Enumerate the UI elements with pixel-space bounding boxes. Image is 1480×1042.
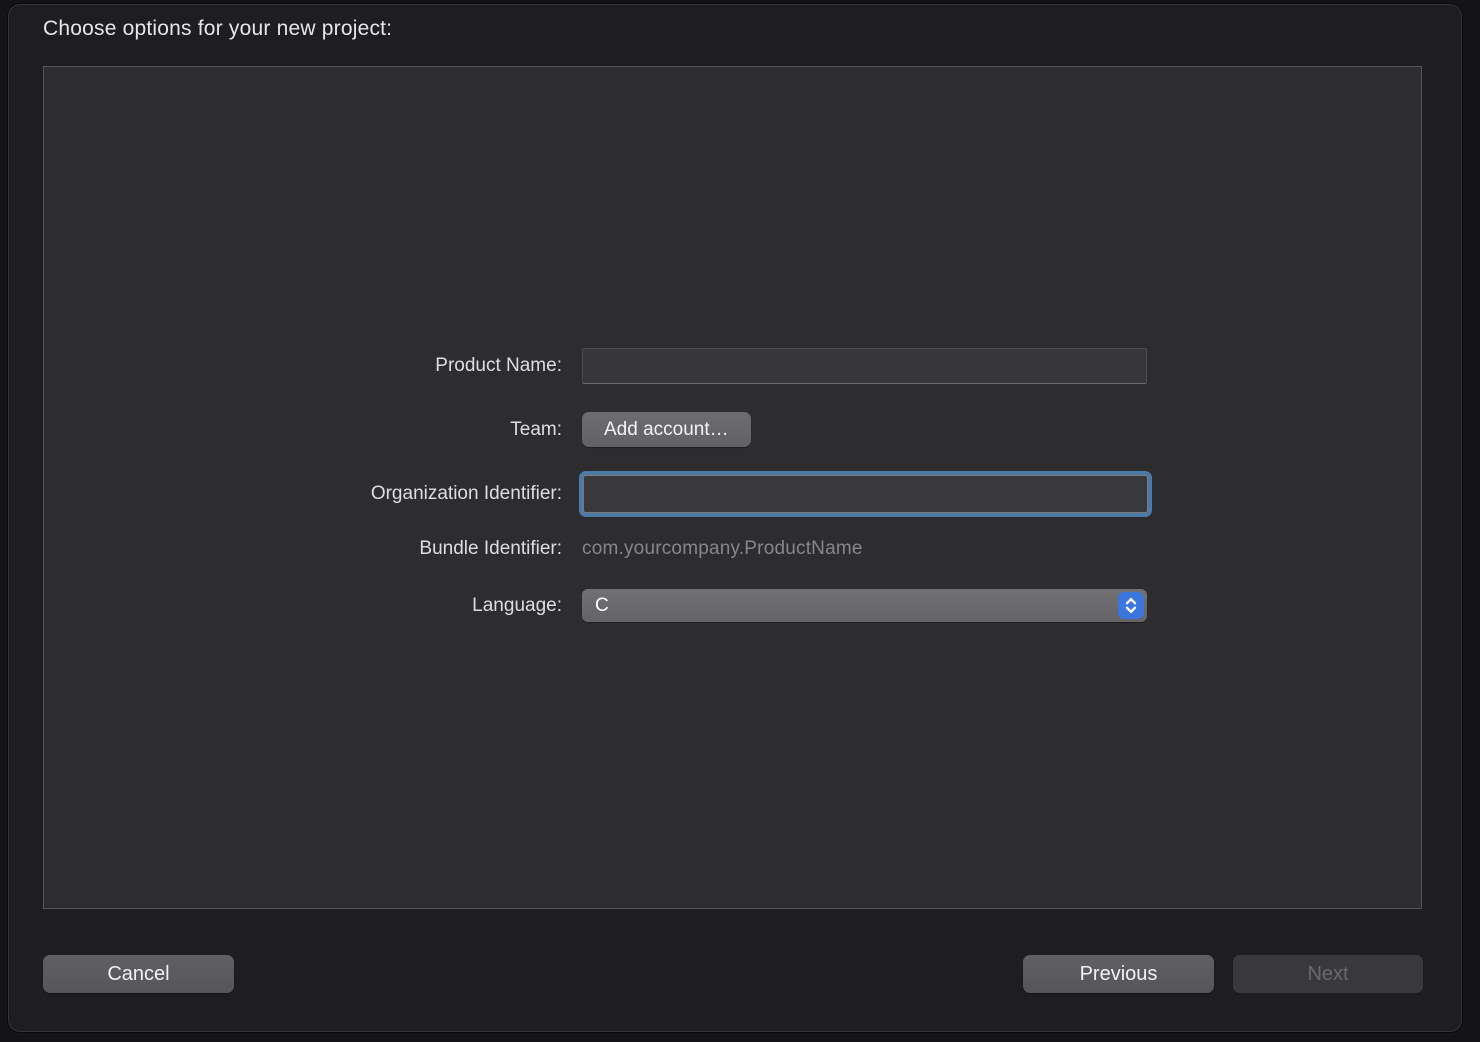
product-name-row: Product Name: [44,348,1421,384]
team-row: Team: Add account… [44,412,1421,447]
organization-identifier-label: Organization Identifier: [44,483,562,505]
language-selected-value: C [595,595,609,617]
product-name-input[interactable] [582,348,1147,384]
product-name-label: Product Name: [44,355,562,377]
focus-ring [579,471,1152,517]
language-label: Language: [44,595,562,617]
bundle-identifier-value: com.yourcompany.ProductName [582,538,863,560]
cancel-button[interactable]: Cancel [43,955,234,993]
bundle-identifier-row: Bundle Identifier: com.yourcompany.Produ… [44,535,1421,563]
team-label: Team: [44,419,562,441]
previous-button[interactable]: Previous [1023,955,1214,993]
organization-identifier-input[interactable] [583,475,1148,513]
next-button[interactable]: Next [1233,955,1423,993]
up-down-chevrons-icon [1118,592,1144,619]
options-panel: Product Name: Team: Add account… Organiz… [43,66,1422,909]
bundle-identifier-label: Bundle Identifier: [44,538,562,560]
language-row: Language: C [44,589,1421,622]
new-project-options-dialog: Choose options for your new project: Pro… [8,4,1462,1032]
organization-identifier-row: Organization Identifier: [44,471,1421,517]
add-account-button[interactable]: Add account… [582,412,751,447]
dialog-title: Choose options for your new project: [43,17,392,41]
language-popup[interactable]: C [582,589,1147,622]
